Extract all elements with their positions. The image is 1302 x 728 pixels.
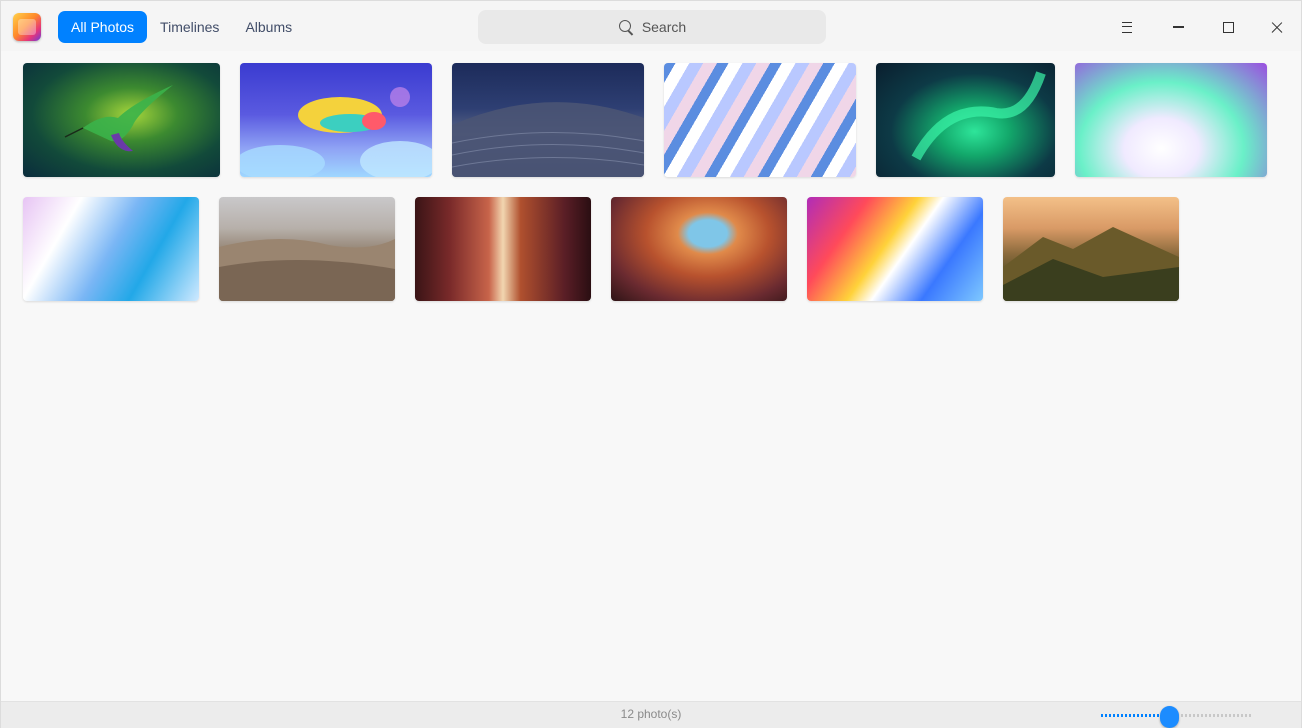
tab-timelines[interactable]: Timelines [147,11,232,43]
photo-thumbnail-aurora-pastel[interactable] [1075,63,1267,177]
status-bar: 12 photo(s) [1,701,1301,728]
minimize-icon [1172,26,1184,28]
zoom-slider-fill [1101,714,1169,717]
minimize-button[interactable] [1162,11,1194,43]
photo-thumbnail-hummingbird[interactable] [23,63,220,177]
photo-thumbnail-mountains[interactable] [1003,197,1179,301]
view-tabs: All Photos Timelines Albums [58,11,305,43]
zoom-slider-track [1169,714,1253,717]
menu-icon [1122,21,1132,33]
photo-thumbnail-desert[interactable] [219,197,395,301]
photos-app-icon [13,13,41,41]
photo-thumbnail-prism[interactable] [807,197,983,301]
maximize-button[interactable] [1212,11,1244,43]
zoom-slider-handle[interactable] [1160,706,1179,728]
photo-thumbnail-arch[interactable] [611,197,787,301]
close-icon [1270,20,1284,34]
titlebar: All Photos Timelines Albums Search [1,1,1301,51]
photo-thumbnail-light-rays[interactable] [664,63,856,177]
photo-thumbnail-soft-wave[interactable] [23,197,199,301]
menu-button[interactable] [1111,11,1143,43]
zoom-slider[interactable] [1101,706,1253,728]
close-button[interactable] [1261,11,1293,43]
tab-all-photos[interactable]: All Photos [58,11,148,43]
photo-thumbnail-aurora[interactable] [876,63,1055,177]
photo-thumbnail-dunes-night[interactable] [452,63,644,177]
tab-albums[interactable]: Albums [232,11,305,43]
maximize-icon [1222,21,1234,33]
search-icon [618,19,634,35]
photo-grid [1,51,1301,701]
photo-thumbnail-whale[interactable] [240,63,432,177]
search-placeholder: Search [641,19,687,35]
photo-thumbnail-canyon[interactable] [415,197,591,301]
photos-window: All Photos Timelines Albums Search 12 ph… [0,0,1302,728]
search-input[interactable]: Search [478,10,826,44]
